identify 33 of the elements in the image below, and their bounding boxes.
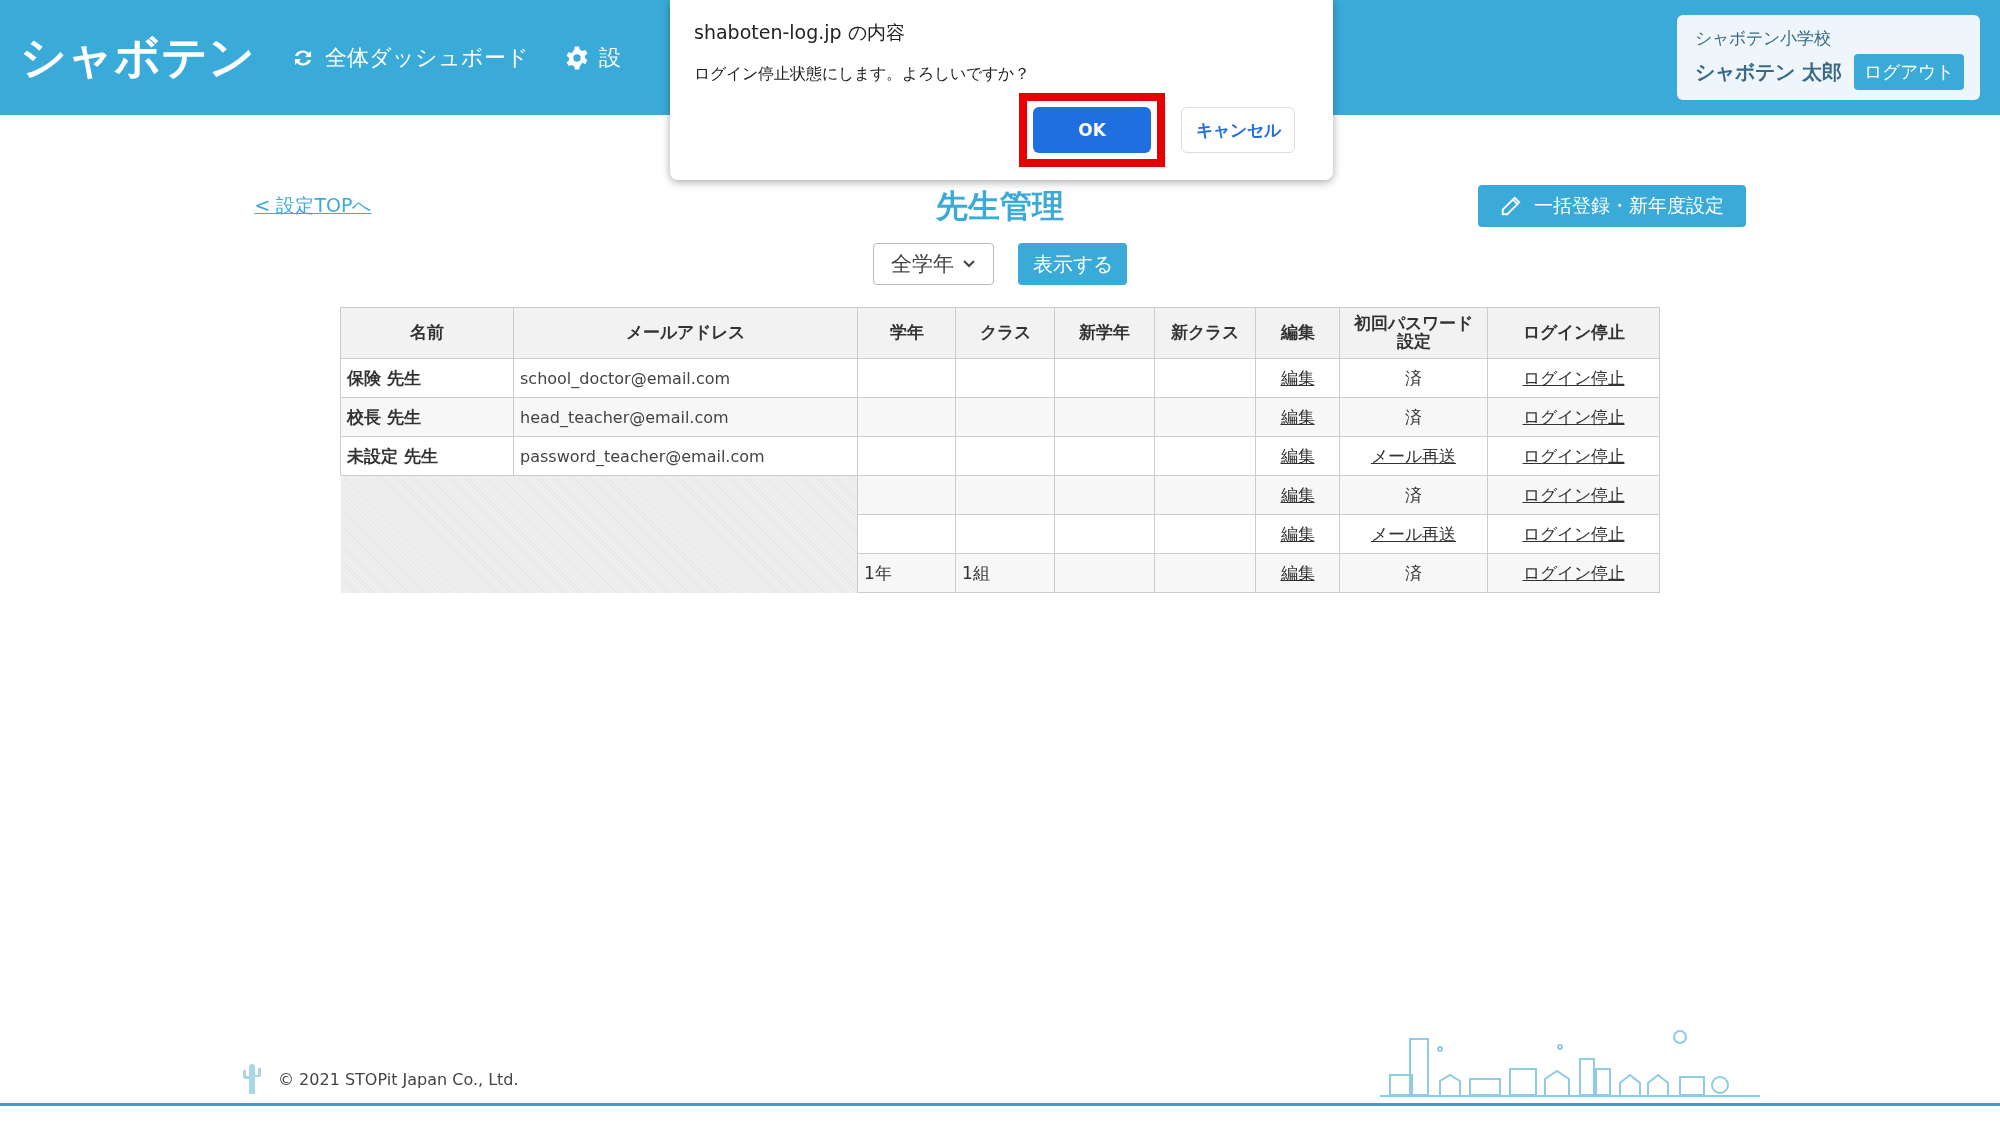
pencil-icon	[1499, 195, 1522, 217]
ok-button[interactable]: OK	[1033, 107, 1151, 153]
table-cell: 保険 先生	[340, 358, 514, 398]
cactus-icon	[240, 1061, 264, 1095]
page-title: 先生管理	[936, 186, 1064, 226]
table-cell: 1組	[955, 553, 1055, 593]
column-header: ログイン停止	[1487, 307, 1660, 359]
table-cell: 済	[1339, 553, 1488, 593]
table-cell: 済	[1339, 397, 1488, 437]
table-cell: school_doctor@email.com	[513, 358, 858, 398]
settings-icon	[565, 45, 589, 70]
cancel-button[interactable]: キャンセル	[1181, 107, 1295, 153]
column-header: 名前	[340, 307, 514, 359]
column-header: 新学年	[1054, 307, 1155, 359]
table-cell: password_teacher@email.com	[513, 436, 858, 476]
dialog-title: shaboten-log.jp の内容	[694, 20, 906, 45]
table-cell: 済	[1339, 358, 1488, 398]
column-header: メールアドレス	[513, 307, 858, 359]
table-cell: 1年	[857, 553, 956, 593]
table-cell: 済	[1339, 475, 1488, 515]
column-header: 初回パスワード設定	[1339, 307, 1488, 359]
column-header: 編集	[1255, 307, 1340, 359]
copyright-text: © 2021 STOPit Japan Co., Ltd.	[278, 1070, 519, 1089]
table-cell: 未設定 先生	[340, 436, 514, 476]
column-header: 学年	[857, 307, 956, 359]
table-cell: head_teacher@email.com	[513, 397, 858, 437]
column-header: 新クラス	[1154, 307, 1256, 359]
column-header: クラス	[955, 307, 1055, 359]
school-name: シャボテン小学校	[1695, 27, 1833, 50]
user-name: シャボテン 太郎	[1695, 58, 1842, 86]
table-cell: 校長 先生	[340, 397, 514, 437]
grade-select[interactable]: 全学年	[873, 243, 994, 285]
dialog-message: ログイン停止状態にします。よろしいですか？	[694, 64, 1031, 85]
